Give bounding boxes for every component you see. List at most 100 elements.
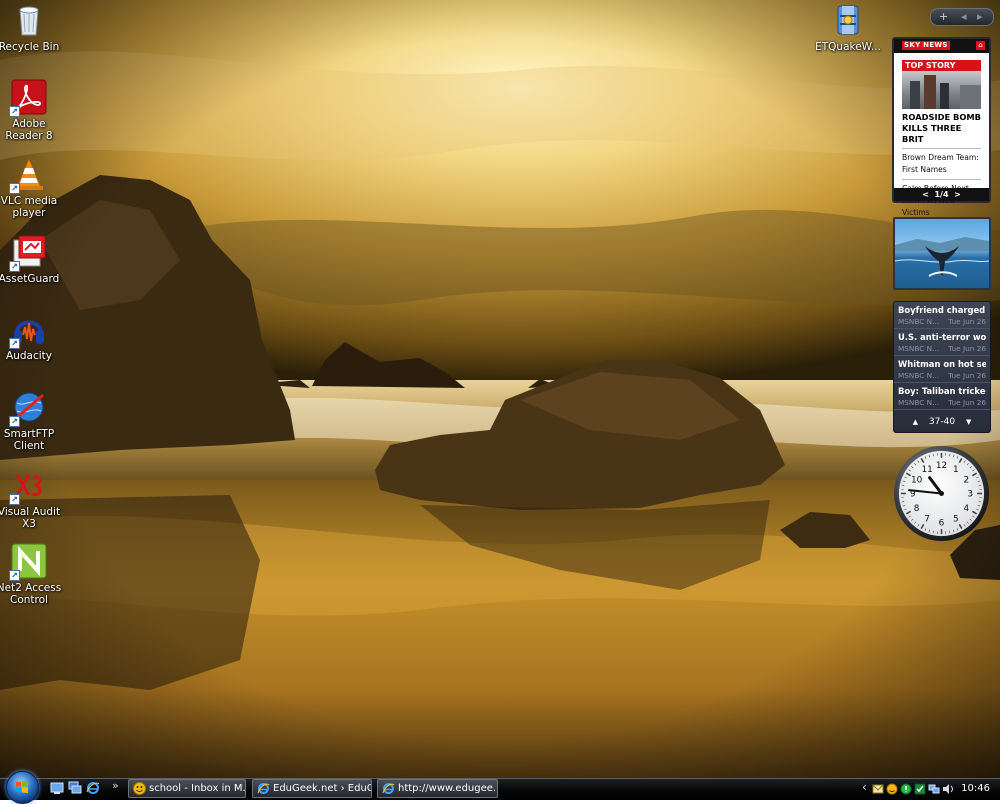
sidebar-prev-button[interactable]: ◂	[961, 10, 967, 23]
feed-item[interactable]: U.S. anti-terror work... MSNBC N... Tue J…	[894, 329, 990, 356]
shortcut-arrow-icon: ↗	[9, 261, 20, 272]
news-pager: < 1/4 >	[894, 188, 989, 201]
desktop-icon-audacity[interactable]: ↗ Audacity	[0, 311, 64, 362]
sky-news-gadget[interactable]: SKY NEWS ⌂ TOP STORY ROADSIDE BOMB KILLS…	[892, 37, 991, 203]
network-icon[interactable]	[928, 783, 940, 795]
clock-numeral: 1	[953, 465, 959, 475]
desktop-icon-label: AssetGuard	[0, 273, 64, 285]
desktop-icon-label: Adobe Reader 8	[0, 118, 64, 142]
news-item[interactable]: Brown Dream Team: First Names	[902, 148, 981, 176]
feed-item-title: U.S. anti-terror work...	[898, 332, 986, 343]
desktop-icon-adobe-reader[interactable]: ↗ Adobe Reader 8	[0, 79, 64, 142]
security-icon[interactable]	[914, 783, 926, 795]
shortcut-arrow-icon: ↗	[9, 338, 20, 349]
clock-numeral: 7	[924, 515, 930, 525]
messenger-icon[interactable]	[886, 783, 898, 795]
taskbar-button-browser[interactable]: http://www.edugee...	[377, 779, 498, 798]
feed-item-source: MSNBC N...	[898, 317, 939, 326]
taskbar-clock[interactable]: 10:46	[961, 779, 990, 799]
desktop-icon-label: Net2 Access Control	[0, 582, 64, 606]
clock-gadget[interactable]: 121234567891011	[892, 444, 991, 543]
windows-logo-icon	[15, 780, 29, 794]
green-status-icon[interactable]	[900, 783, 912, 795]
net2-access-icon: ↗	[11, 543, 47, 579]
desktop-icon-label: Audacity	[0, 350, 64, 362]
sidebar-controls: + ◂ ▸	[930, 8, 994, 26]
feed-item-source: MSNBC N...	[898, 344, 939, 353]
analog-clock-face: 121234567891011	[892, 444, 991, 543]
taskbar-button-mail[interactable]: school - Inbox in M...	[128, 779, 246, 798]
feed-item-date: Tue Jun 26	[948, 343, 986, 354]
smartftp-globe-icon: ↗	[11, 389, 47, 425]
feed-item-title: Boyfriend charged in...	[898, 305, 986, 316]
news-photo[interactable]	[902, 71, 981, 109]
clock-numeral: 3	[967, 490, 973, 500]
sky-news-header: SKY NEWS ⌂	[894, 39, 989, 53]
feed-item[interactable]: Boy: Taliban tricked ... MSNBC N...Tue J…	[894, 383, 990, 410]
desktop-icon-recycle-bin[interactable]: Recycle Bin	[0, 2, 64, 53]
quick-launch-overflow[interactable]: »	[112, 779, 119, 792]
desktop-icon-vlc[interactable]: ↗ VLC media player	[0, 156, 64, 219]
slideshow-gadget[interactable]	[893, 217, 991, 290]
taskbar-button-label: http://www.edugee...	[398, 783, 498, 794]
start-button[interactable]	[6, 771, 39, 804]
recycle-bin-icon	[11, 2, 47, 38]
top-story-label: TOP STORY	[902, 60, 981, 71]
sidebar-next-button[interactable]: ▸	[977, 10, 983, 23]
feed-item-date: Tue Jun 26	[948, 316, 986, 327]
desktop-icon-net2[interactable]: ↗ Net2 Access Control	[0, 543, 64, 606]
add-gadget-button[interactable]: +	[939, 10, 948, 23]
volume-icon[interactable]	[942, 783, 954, 795]
clock-numeral: 6	[939, 518, 945, 528]
vlc-cone-icon: ↗	[11, 156, 47, 192]
clock-numeral: 4	[964, 504, 970, 514]
feed-item-date: Tue Jun 26	[948, 370, 986, 381]
feed-range: 37-40	[929, 415, 955, 429]
feed-headlines-gadget[interactable]: Boyfriend charged in... MSNBC N... Tue Ju…	[893, 301, 991, 433]
clock-numeral: 11	[921, 465, 932, 475]
desktop-icon-smartftp[interactable]: ↗ SmartFTP Client	[0, 389, 64, 452]
desktop-icon-label: Recycle Bin	[0, 41, 64, 53]
taskbar-button-edugeek[interactable]: EduGeek.net › EduG...	[252, 779, 372, 798]
taskbar-button-label: school - Inbox in M...	[149, 783, 246, 794]
feed-item[interactable]: Boyfriend charged in... MSNBC N... Tue Ju…	[894, 302, 990, 329]
shortcut-arrow-icon: ↗	[9, 183, 20, 194]
news-next-button[interactable]: >	[954, 190, 961, 199]
internet-explorer-icon	[382, 782, 395, 795]
assetguard-icon: ↗	[11, 234, 47, 270]
clock-numeral: 2	[964, 475, 970, 485]
news-page-indicator: 1/4	[934, 190, 948, 199]
news-headline[interactable]: ROADSIDE BOMB KILLS THREE BRIT	[902, 112, 981, 145]
feed-scroll-down-button[interactable]: ▼	[966, 415, 971, 429]
home-icon[interactable]: ⌂	[976, 41, 985, 50]
sky-news-logo: SKY NEWS	[902, 41, 950, 50]
clock-numeral: 12	[936, 461, 947, 471]
visual-audit-icon: ↗	[11, 467, 47, 503]
audacity-headphones-icon: ↗	[11, 311, 47, 347]
desktop-icon-visual-audit[interactable]: ↗ Visual Audit X3	[0, 467, 64, 530]
shortcut-arrow-icon: ↗	[9, 106, 20, 117]
desktop-icon-label: Visual Audit X3	[0, 506, 64, 530]
feed-item[interactable]: Whitman on hot seat... MSNBC N...Tue Jun…	[894, 356, 990, 383]
tray-expand-button[interactable]: ‹	[862, 780, 867, 794]
feed-scroll-up-button[interactable]: ▲	[913, 415, 918, 429]
shortcut-arrow-icon: ↗	[9, 570, 20, 581]
desktop-icon-etquake[interactable]: ETQuakeW...	[810, 2, 886, 53]
internet-explorer-icon	[257, 782, 270, 795]
messenger-icon	[133, 782, 146, 795]
adobe-reader-icon: ↗	[11, 79, 47, 115]
mail-icon[interactable]	[872, 783, 884, 795]
desktop-icon-label: SmartFTP Client	[0, 428, 64, 452]
news-prev-button[interactable]: <	[922, 190, 929, 199]
clock-numeral: 8	[914, 504, 920, 514]
switch-windows-icon[interactable]	[68, 781, 82, 795]
taskbar-button-label: EduGeek.net › EduG...	[273, 783, 372, 794]
internet-explorer-icon[interactable]	[86, 781, 100, 795]
desktop-icon-label: VLC media player	[0, 195, 64, 219]
show-desktop-icon[interactable]	[50, 781, 64, 795]
clock-numeral: 10	[911, 475, 923, 485]
desktop-wallpaper	[0, 0, 1000, 778]
feed-item-title: Boy: Taliban tricked ...	[898, 386, 986, 397]
feed-item-source: MSNBC N...	[898, 371, 939, 380]
desktop-icon-assetguard[interactable]: ↗ AssetGuard	[0, 234, 64, 285]
